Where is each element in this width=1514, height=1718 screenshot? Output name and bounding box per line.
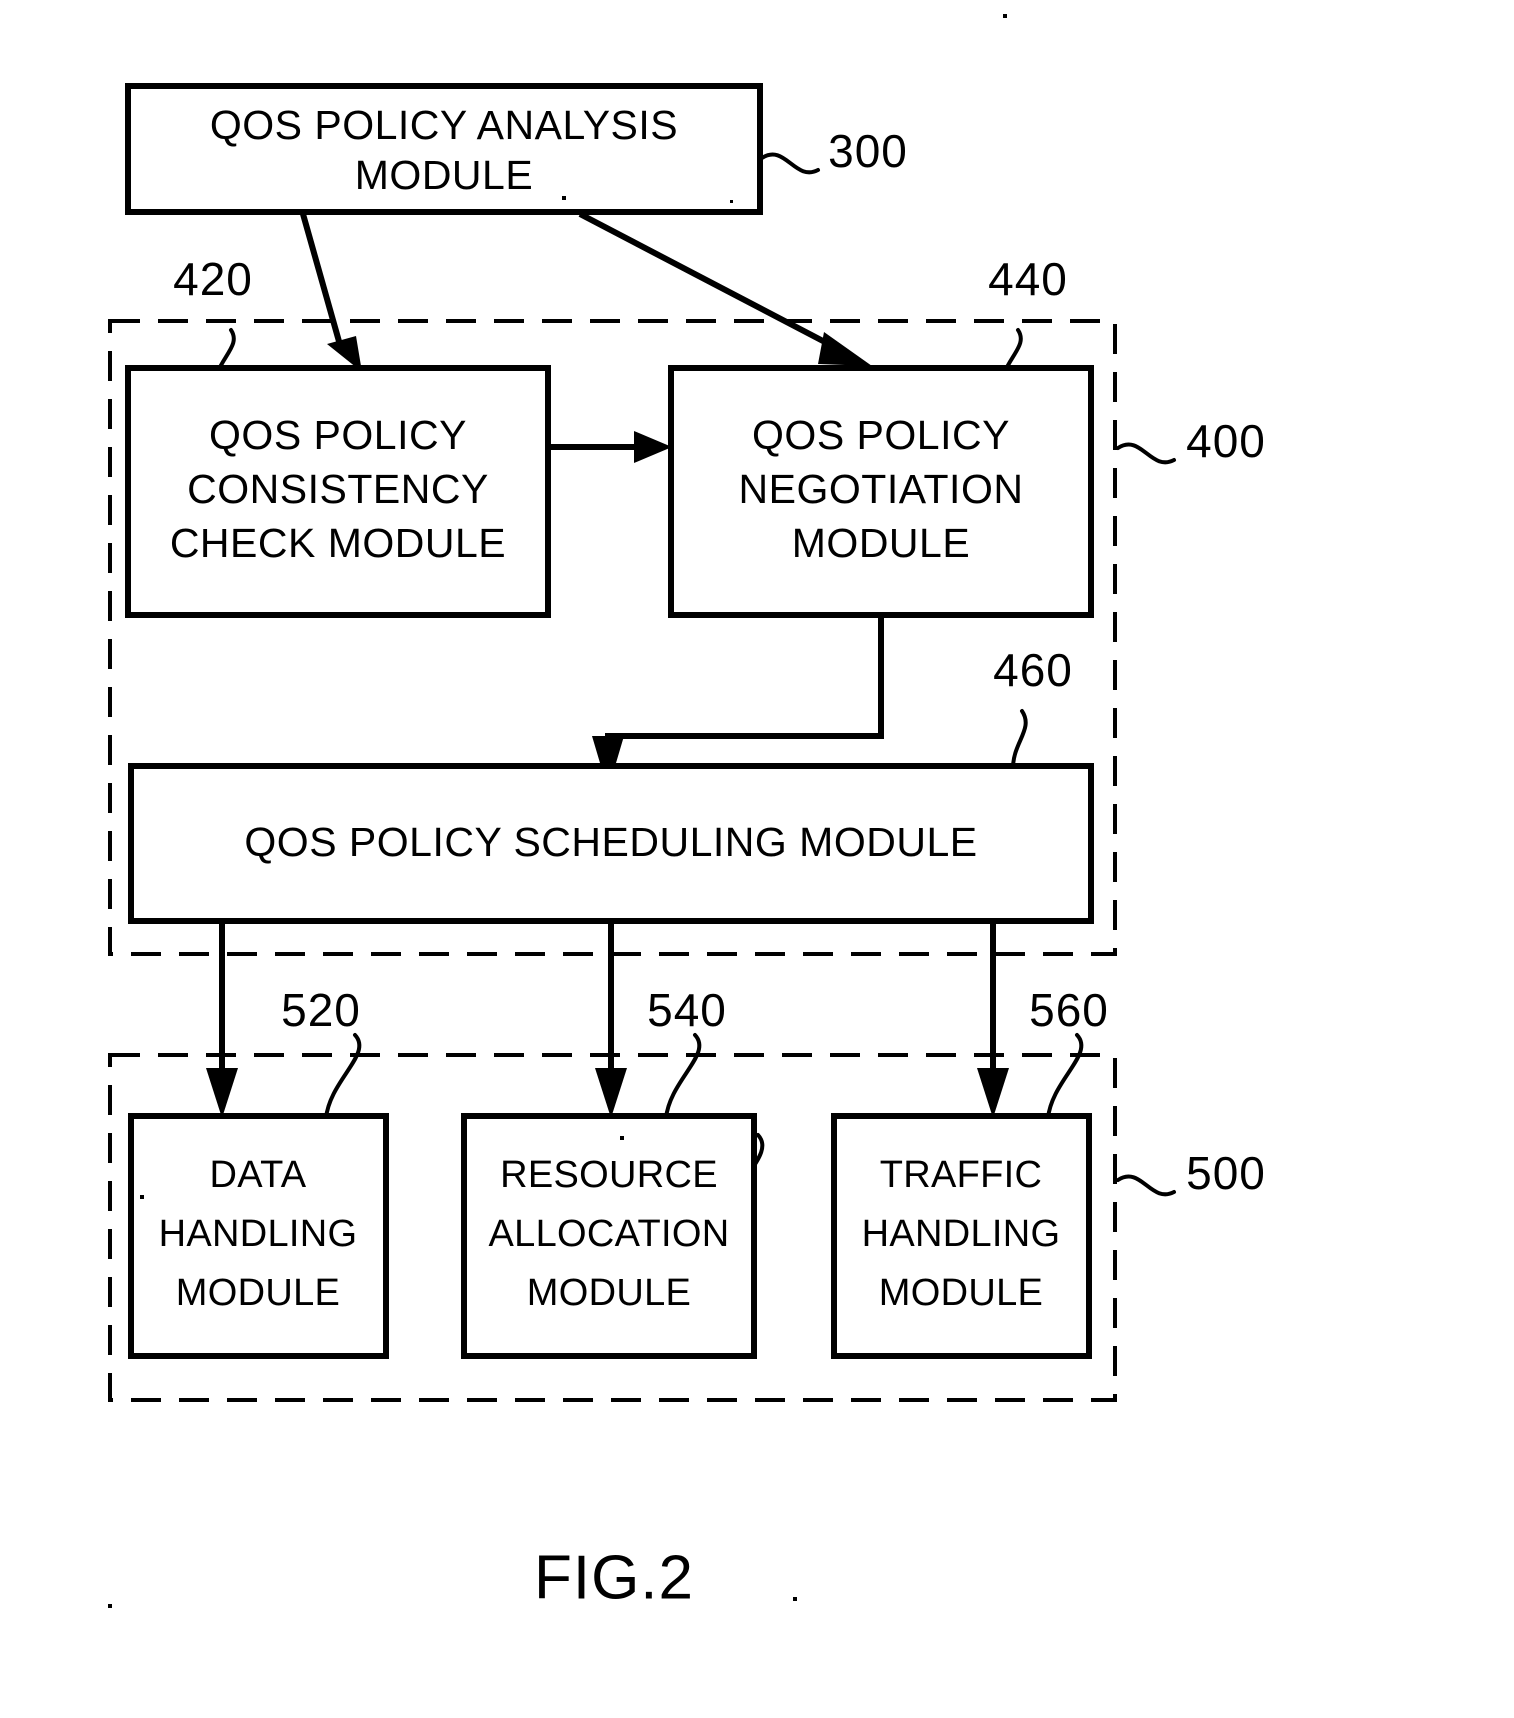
arrow-scheduling-to-data-handling — [206, 921, 238, 1118]
block-label-line: DATA — [210, 1154, 307, 1196]
block-label-line: HANDLING — [159, 1213, 358, 1255]
block-label-line: QOS POLICY — [209, 412, 467, 458]
block-data-handling-module[interactable]: DATA HANDLING MODULE — [128, 1113, 389, 1359]
block-label-line: QOS POLICY — [752, 412, 1010, 458]
arrow-scheduling-to-resource-allocation — [595, 921, 627, 1118]
leader-line-520 — [324, 1033, 362, 1120]
block-label-line: MODULE — [792, 520, 970, 566]
block-label-line: MODULE — [879, 1272, 1043, 1314]
leader-line-560-upper — [1046, 1033, 1084, 1120]
ref-number-540: 540 — [647, 984, 727, 1036]
figure-2-block-diagram: QOS POLICY ANALYSIS MODULE 300 420 440 Q… — [108, 14, 1266, 1612]
figure-caption: FIG.2 — [534, 1543, 694, 1612]
scan-speck — [108, 1604, 112, 1608]
block-resource-allocation-module[interactable]: RESOURCE ALLOCATION MODULE — [461, 1113, 757, 1359]
block-label-line: MODULE — [176, 1272, 340, 1314]
block-label-line: ALLOCATION — [489, 1213, 730, 1255]
ref-number-420: 420 — [173, 253, 253, 305]
block-qos-policy-scheduling-module[interactable]: QOS POLICY SCHEDULING MODULE — [128, 763, 1094, 924]
block-qos-policy-analysis-module[interactable]: QOS POLICY ANALYSIS MODULE — [125, 83, 763, 215]
scan-speck — [793, 1597, 797, 1601]
block-label-line: RESOURCE — [500, 1154, 718, 1196]
block-label-line: NEGOTIATION — [739, 466, 1024, 512]
ref-number-560: 560 — [1029, 984, 1109, 1036]
ref-number-500: 500 — [1186, 1147, 1266, 1199]
ref-number-400: 400 — [1186, 415, 1266, 467]
block-qos-policy-negotiation-module[interactable]: QOS POLICY NEGOTIATION MODULE — [668, 365, 1094, 618]
ref-number-440: 440 — [988, 253, 1068, 305]
block-label-line: MODULE — [355, 152, 533, 198]
scan-speck — [562, 196, 566, 200]
block-label-line: CONSISTENCY — [187, 466, 489, 512]
leader-line-400 — [1116, 442, 1176, 465]
arrow-scheduling-to-traffic-handling — [977, 921, 1009, 1118]
arrow-consistency-to-negotiation — [548, 431, 672, 463]
patent-figure: QOS POLICY ANALYSIS MODULE 300 420 440 Q… — [0, 0, 1514, 1718]
block-label-line: TRAFFIC — [880, 1154, 1043, 1196]
scan-speck — [620, 1136, 624, 1140]
scan-speck — [1003, 14, 1007, 18]
ref-number-460: 460 — [993, 644, 1073, 696]
arrow-analysis-to-negotiation — [578, 211, 872, 366]
ref-number-520: 520 — [281, 984, 361, 1036]
block-qos-policy-consistency-check-module[interactable]: QOS POLICY CONSISTENCY CHECK MODULE — [125, 365, 551, 618]
block-traffic-handling-module[interactable]: TRAFFIC HANDLING MODULE — [831, 1113, 1092, 1359]
leader-line-460 — [1011, 709, 1028, 770]
scan-speck — [730, 200, 733, 203]
block-label-line: QOS POLICY ANALYSIS — [210, 102, 678, 148]
scan-speck — [140, 1195, 144, 1199]
ref-number-300: 300 — [828, 125, 908, 177]
block-label-line: HANDLING — [862, 1213, 1061, 1255]
arrow-analysis-to-consistency — [300, 213, 362, 372]
block-label-line: CHECK MODULE — [170, 520, 506, 566]
leader-line-300 — [760, 152, 820, 175]
leader-line-540-upper — [664, 1033, 702, 1120]
leader-line-500 — [1116, 1174, 1176, 1197]
block-label-line: MODULE — [527, 1272, 691, 1314]
block-label-line: QOS POLICY SCHEDULING MODULE — [244, 819, 977, 865]
